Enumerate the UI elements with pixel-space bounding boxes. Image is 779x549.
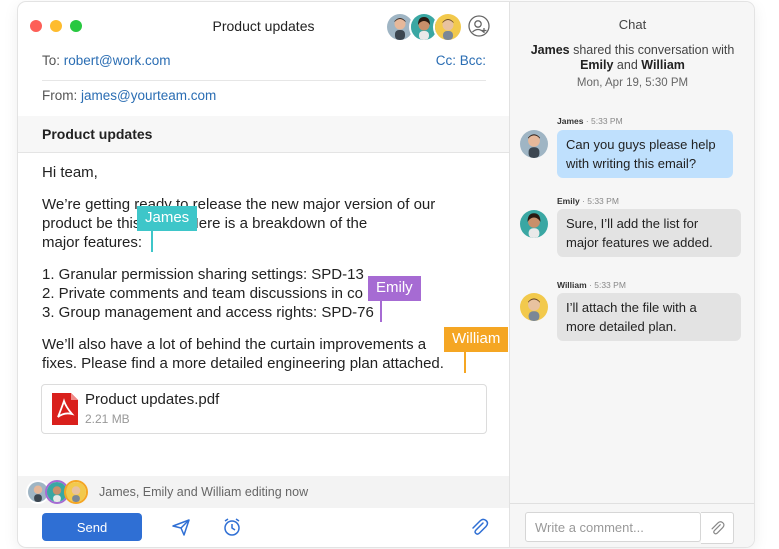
subject-text: Product updates bbox=[42, 126, 153, 142]
message-author: William bbox=[557, 280, 587, 290]
from-sender[interactable]: james@yourteam.com bbox=[81, 88, 216, 103]
body-greeting[interactable]: Hi team, bbox=[42, 163, 98, 183]
cursor-caret-james bbox=[151, 231, 153, 252]
message-meta: Emily · 5:33 PM bbox=[557, 196, 619, 206]
attach-paperclip-icon[interactable] bbox=[468, 516, 490, 538]
subject-field[interactable]: Product updates bbox=[18, 116, 509, 153]
chat-comment-input[interactable]: Write a comment... bbox=[525, 512, 701, 542]
share-name: Emily bbox=[580, 58, 614, 72]
feature-item[interactable]: 2. Private comments and team discussions… bbox=[42, 284, 410, 304]
message-line: Can you guys please help bbox=[566, 137, 716, 152]
to-label: To: bbox=[42, 53, 61, 68]
editing-status-bar: James, Emily and William editing now bbox=[18, 476, 509, 508]
add-person-icon[interactable] bbox=[468, 15, 490, 37]
message-time: · 5:33 PM bbox=[583, 116, 623, 126]
to-field[interactable]: To: robert@work.com Cc: Bcc: bbox=[42, 53, 486, 68]
message-meta: William · 5:33 PM bbox=[557, 280, 626, 290]
cursor-caret-william bbox=[464, 352, 466, 373]
share-notice: James shared this conversation with Emil… bbox=[510, 43, 754, 73]
cursor-label-james: James bbox=[137, 206, 198, 231]
send-button[interactable]: Send bbox=[42, 513, 142, 541]
send-later-icon[interactable] bbox=[170, 516, 192, 538]
cursor-label-william: William bbox=[444, 327, 509, 352]
message-meta: James · 5:33 PM bbox=[557, 116, 623, 126]
chat-avatar-emily bbox=[520, 210, 548, 238]
compose-panel: Product updates To: robert@work.com Cc: … bbox=[18, 2, 509, 547]
cursor-label-emily: Emily bbox=[368, 276, 421, 301]
cursor-caret-emily bbox=[380, 301, 382, 322]
cc-bcc-toggle[interactable]: Cc: Bcc: bbox=[436, 53, 486, 68]
message-author: James bbox=[557, 116, 584, 126]
attachment-size: 2.21 MB bbox=[85, 412, 130, 426]
body-intro-line[interactable]: product be this week. Here is a breakdow… bbox=[42, 214, 367, 234]
editing-status-text: James, Emily and William editing now bbox=[99, 485, 309, 499]
message-line: I’ll attach the file with a bbox=[566, 300, 697, 315]
attachment-card[interactable]: Product updates.pdf 2.21 MB bbox=[41, 384, 487, 434]
feature-item[interactable]: 1. Granular permission sharing settings:… bbox=[42, 265, 364, 285]
from-label: From: bbox=[42, 88, 78, 103]
message-line: Sure, I’ll add the list for bbox=[566, 216, 699, 231]
body-intro-line[interactable]: We’re getting ready to release the new m… bbox=[42, 195, 435, 215]
attachment-name: Product updates.pdf bbox=[85, 391, 220, 408]
editing-avatars bbox=[26, 480, 96, 504]
chat-avatar-william bbox=[520, 293, 548, 321]
email-window: Product updates To: robert@work.com Cc: … bbox=[18, 2, 754, 547]
chat-composer: Write a comment... bbox=[510, 503, 754, 547]
from-field[interactable]: From: james@yourteam.com bbox=[42, 88, 486, 103]
avatar-william bbox=[433, 12, 463, 42]
avatar-william bbox=[64, 480, 88, 504]
pdf-file-icon bbox=[52, 393, 78, 425]
chat-avatar-james bbox=[520, 130, 548, 158]
divider bbox=[42, 80, 486, 81]
body-intro-line[interactable]: major features: bbox=[42, 233, 142, 253]
message-line: more detailed plan. bbox=[566, 319, 677, 334]
message-author: Emily bbox=[557, 196, 580, 206]
message-time: · 5:33 PM bbox=[586, 280, 626, 290]
share-author: James bbox=[530, 43, 570, 57]
chat-attach-button[interactable] bbox=[701, 512, 734, 544]
message-line: major features we added. bbox=[566, 235, 713, 250]
chat-panel: Chat James shared this conversation with… bbox=[509, 2, 754, 547]
share-name: William bbox=[641, 58, 685, 72]
chat-title: Chat bbox=[618, 17, 647, 32]
paperclip-icon bbox=[711, 521, 725, 535]
message-time: · 5:33 PM bbox=[579, 196, 619, 206]
message-line: with writing this email? bbox=[566, 156, 697, 171]
body-closing-line[interactable]: We’ll also have a lot of behind the curt… bbox=[42, 335, 426, 355]
reminder-alarm-icon[interactable] bbox=[221, 516, 243, 538]
chat-message: I’ll attach the file with a more detaile… bbox=[557, 293, 741, 341]
chat-message: Can you guys please help with writing th… bbox=[557, 130, 733, 178]
feature-item[interactable]: 3. Group management and access rights: S… bbox=[42, 303, 374, 323]
title-bar: Product updates bbox=[18, 2, 509, 48]
share-date: Mon, Apr 19, 5:30 PM bbox=[576, 77, 689, 89]
chat-message: Sure, I’ll add the list for major featur… bbox=[557, 209, 741, 257]
share-text: shared this conversation with bbox=[569, 43, 735, 57]
share-and: and bbox=[613, 58, 642, 72]
body-closing-line[interactable]: fixes. Please find a more detailed engin… bbox=[42, 354, 444, 374]
to-recipient[interactable]: robert@work.com bbox=[64, 53, 171, 68]
